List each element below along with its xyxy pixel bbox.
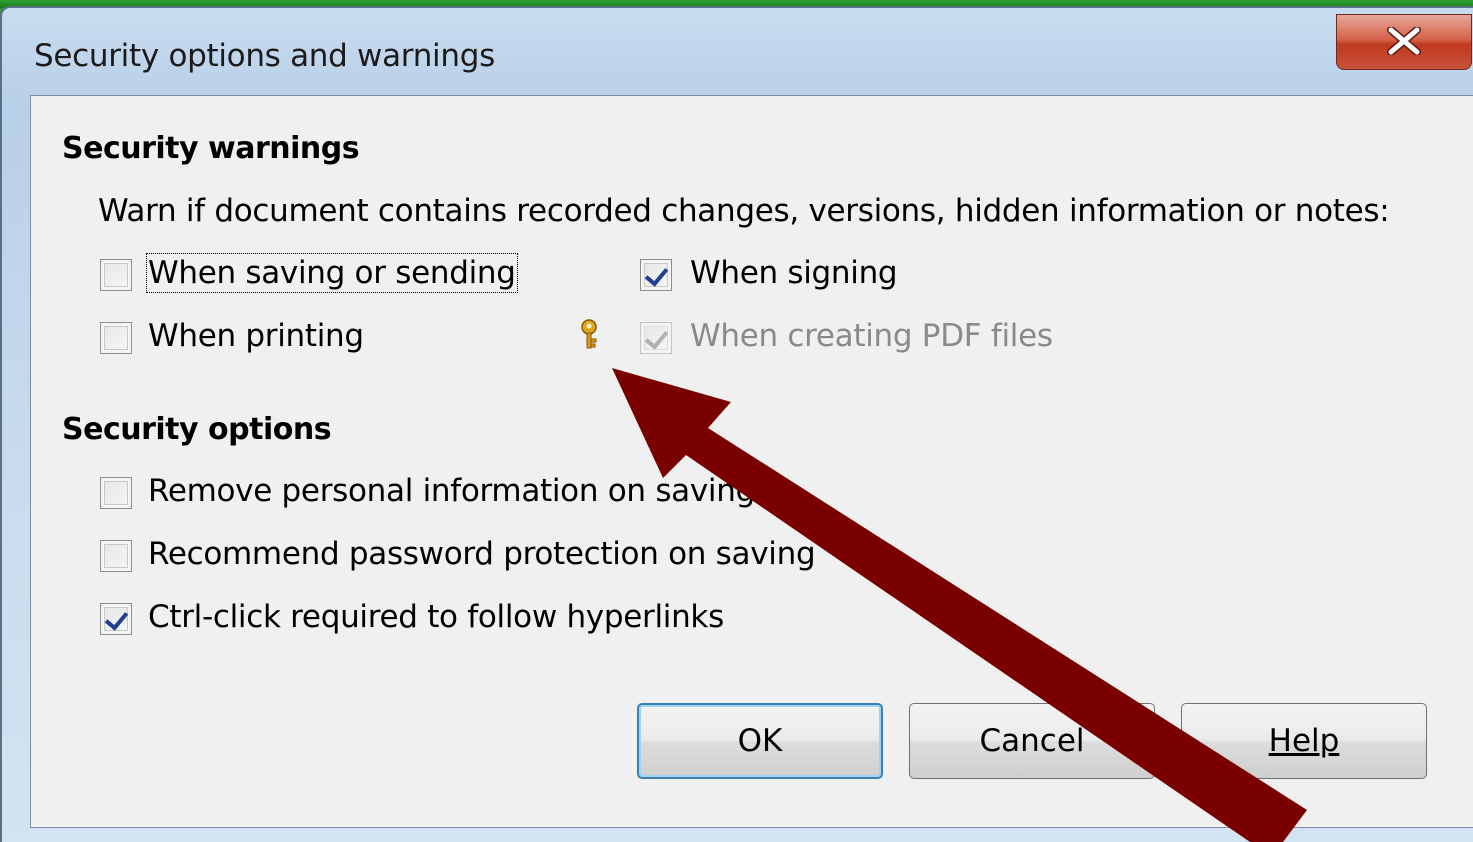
when-signing-checkbox[interactable] bbox=[640, 259, 672, 291]
security-warnings-heading: Security warnings bbox=[62, 131, 360, 166]
when-signing-label[interactable]: When signing bbox=[690, 255, 898, 291]
when-saving-checkbox[interactable] bbox=[100, 259, 132, 291]
key-icon bbox=[581, 319, 597, 349]
help-button[interactable]: Help bbox=[1181, 703, 1427, 779]
ctrl-click-checkbox[interactable] bbox=[100, 603, 132, 635]
help-button-label: Help bbox=[1268, 723, 1340, 759]
when-saving-label[interactable]: When saving or sending bbox=[146, 253, 518, 293]
close-icon bbox=[1387, 27, 1421, 55]
when-printing-checkbox[interactable] bbox=[100, 322, 132, 354]
remove-personal-info-checkbox[interactable] bbox=[100, 477, 132, 509]
ok-button[interactable]: OK bbox=[637, 703, 883, 779]
warnings-description: Warn if document contains recorded chang… bbox=[98, 193, 1390, 229]
ctrl-click-label[interactable]: Ctrl-click required to follow hyperlinks bbox=[148, 599, 724, 635]
close-button[interactable] bbox=[1336, 14, 1472, 70]
recommend-password-label[interactable]: Recommend password protection on saving bbox=[148, 536, 816, 572]
recommend-password-checkbox[interactable] bbox=[100, 540, 132, 572]
when-printing-label[interactable]: When printing bbox=[148, 318, 364, 354]
security-options-heading: Security options bbox=[62, 412, 332, 447]
when-creating-pdf-label: When creating PDF files bbox=[690, 318, 1053, 354]
remove-personal-info-label[interactable]: Remove personal information on saving bbox=[148, 473, 755, 509]
cancel-button[interactable]: Cancel bbox=[909, 703, 1155, 779]
when-creating-pdf-checkbox bbox=[640, 322, 672, 354]
dialog-title: Security options and warnings bbox=[34, 38, 495, 74]
